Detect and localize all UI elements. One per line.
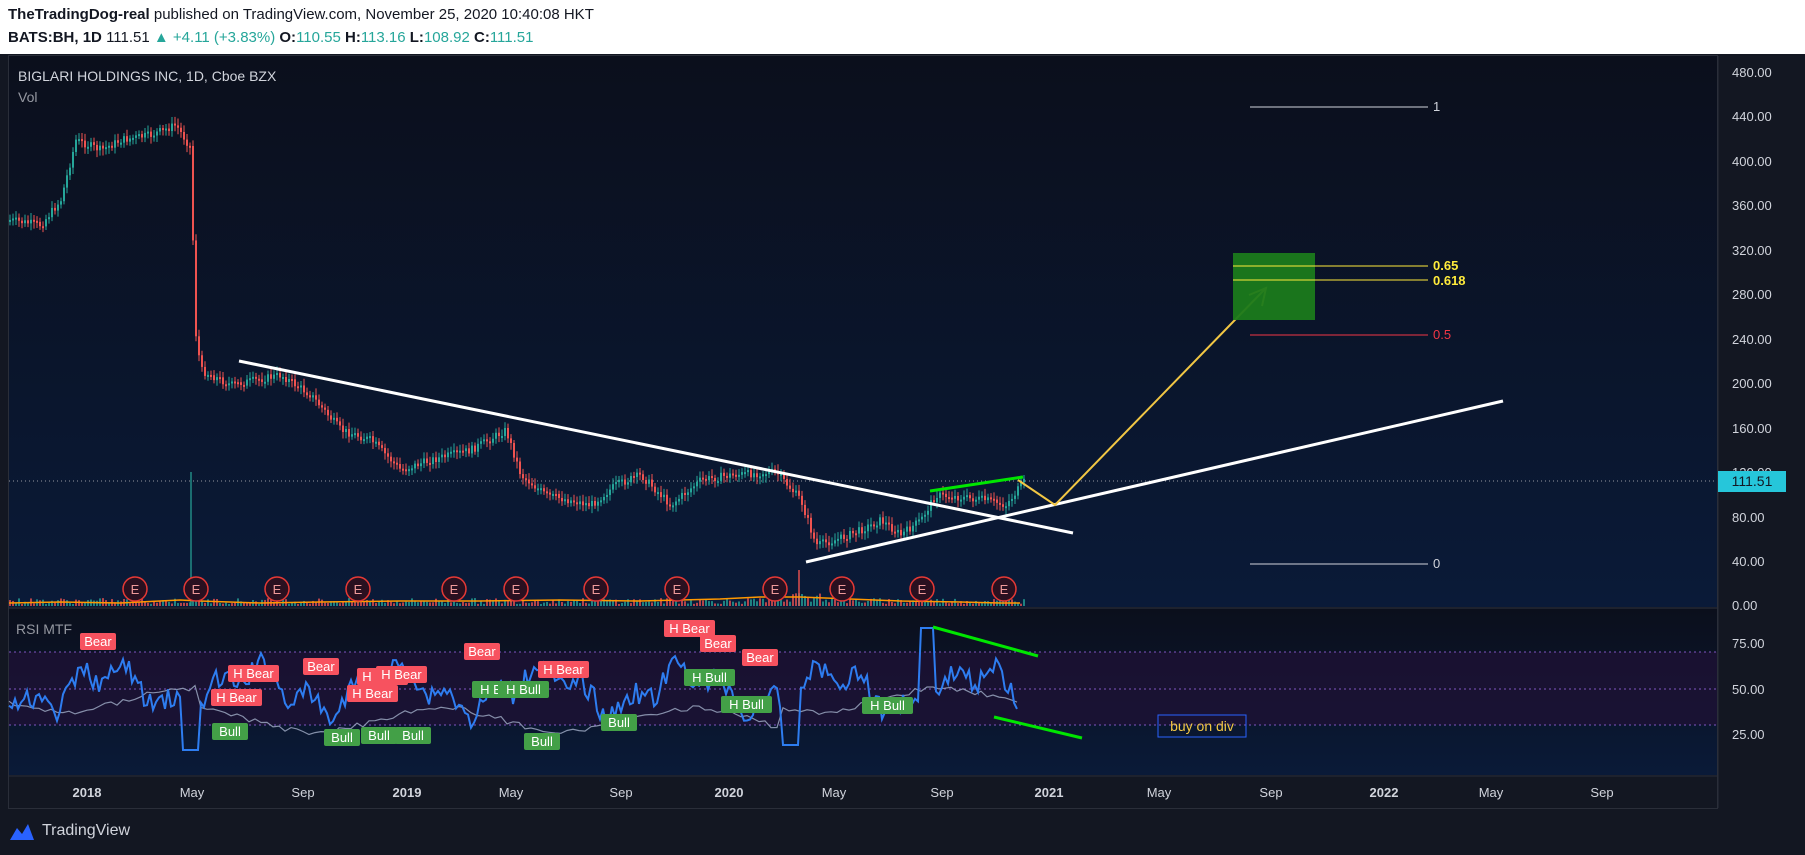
svg-text:Bull: Bull <box>219 724 241 739</box>
svg-text:H Bear: H Bear <box>352 686 393 701</box>
svg-text:E: E <box>512 582 521 597</box>
time-axis[interactable]: 2018 May Sep 2019 May Sep 2020 May Sep 2… <box>73 785 1614 800</box>
fib-label-0: 0 <box>1433 556 1440 571</box>
x-tick: May <box>1147 785 1172 800</box>
svg-text:H Bull: H Bull <box>506 682 541 697</box>
svg-text:E: E <box>838 582 847 597</box>
price-axis[interactable]: 480.00 440.00 400.00 360.00 320.00 280.0… <box>1732 65 1772 613</box>
svg-text:Bull: Bull <box>368 728 390 743</box>
svg-text:E: E <box>673 582 682 597</box>
y-tick: 0.00 <box>1732 598 1757 613</box>
main-pane-bg <box>9 56 1717 607</box>
svg-text:H Bear: H Bear <box>233 666 274 681</box>
y-tick: 80.00 <box>1732 510 1765 525</box>
svg-text:E: E <box>1000 582 1009 597</box>
svg-text:H Bear: H Bear <box>669 621 710 636</box>
svg-text:H Bear: H Bear <box>543 662 584 677</box>
svg-text:Bull: Bull <box>608 715 630 730</box>
x-tick: May <box>1479 785 1504 800</box>
fib-label-1: 1 <box>1433 99 1440 114</box>
svg-text:H Bear: H Bear <box>216 690 257 705</box>
x-tick: Sep <box>1590 785 1613 800</box>
y-tick: 240.00 <box>1732 332 1772 347</box>
x-tick: 2020 <box>715 785 744 800</box>
x-tick: Sep <box>1259 785 1282 800</box>
footer: TradingView <box>8 820 308 846</box>
volume-label[interactable]: Vol <box>18 89 37 105</box>
svg-text:Bear: Bear <box>746 650 774 665</box>
svg-text:E: E <box>771 582 780 597</box>
svg-text:E: E <box>131 582 140 597</box>
svg-text:Bear: Bear <box>468 644 496 659</box>
tradingview-brand[interactable]: TradingView <box>42 822 130 840</box>
x-tick: May <box>180 785 205 800</box>
price-badge: 111.51 <box>1732 473 1773 489</box>
svg-text:H Bull: H Bull <box>870 698 905 713</box>
y-tick: 280.00 <box>1732 287 1772 302</box>
svg-text:E: E <box>918 582 927 597</box>
y-tick: 480.00 <box>1732 65 1772 80</box>
y-tick: 440.00 <box>1732 109 1772 124</box>
x-tick: Sep <box>609 785 632 800</box>
main-pane-title[interactable]: BIGLARI HOLDINGS INC, 1D, Cboe BZX <box>18 68 277 84</box>
fib-label-05: 0.5 <box>1433 327 1451 342</box>
x-tick: 2019 <box>393 785 422 800</box>
x-tick: 2021 <box>1035 785 1064 800</box>
y-tick: 400.00 <box>1732 154 1772 169</box>
svg-text:Bull: Bull <box>331 730 353 745</box>
x-tick: May <box>822 785 847 800</box>
svg-text:E: E <box>450 582 459 597</box>
svg-text:H Bull: H Bull <box>729 697 764 712</box>
fib-label-0618: 0.618 <box>1433 273 1466 288</box>
y-tick: 40.00 <box>1732 554 1765 569</box>
x-tick: 2018 <box>73 785 102 800</box>
rsi-y-tick: 50.00 <box>1732 682 1765 697</box>
target-zone-box[interactable] <box>1233 253 1315 320</box>
x-tick: 2022 <box>1370 785 1399 800</box>
y-tick: 360.00 <box>1732 198 1772 213</box>
y-tick: 320.00 <box>1732 243 1772 258</box>
y-tick: 160.00 <box>1732 421 1772 436</box>
x-tick: Sep <box>930 785 953 800</box>
fib-label-065: 0.65 <box>1433 258 1458 273</box>
rsi-y-tick: 25.00 <box>1732 727 1765 742</box>
svg-text:E: E <box>273 582 282 597</box>
x-tick: May <box>499 785 524 800</box>
y-tick: 200.00 <box>1732 376 1772 391</box>
x-tick: Sep <box>291 785 314 800</box>
svg-text:Bull: Bull <box>402 728 424 743</box>
annotation-text[interactable]: buy on div <box>1170 718 1234 734</box>
svg-text:H Bear: H Bear <box>381 667 422 682</box>
svg-text:Bear: Bear <box>704 636 732 651</box>
svg-text:Bear: Bear <box>307 659 335 674</box>
rsi-y-tick: 75.00 <box>1732 636 1765 651</box>
rsi-pane-title[interactable]: RSI MTF <box>16 621 72 637</box>
svg-text:Bull: Bull <box>531 734 553 749</box>
svg-text:H Bull: H Bull <box>692 670 727 685</box>
chart-canvas[interactable]: E E E E E E E E E E E E 1 0.65 0.618 0.5 0 BIGLARI … <box>0 0 1805 855</box>
svg-text:E: E <box>354 582 363 597</box>
tradingview-logo-icon[interactable] <box>8 822 36 842</box>
svg-text:Bear: Bear <box>84 634 112 649</box>
svg-text:E: E <box>192 582 201 597</box>
svg-text:E: E <box>592 582 601 597</box>
